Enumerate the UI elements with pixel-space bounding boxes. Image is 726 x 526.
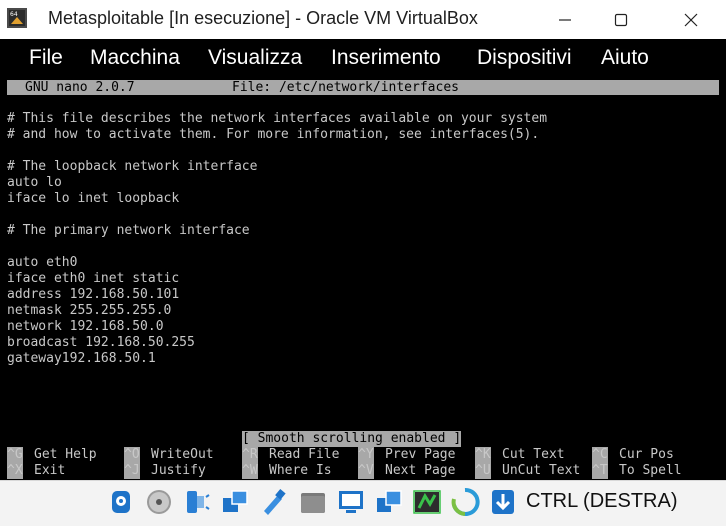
editor-line: broadcast 192.168.50.255 <box>7 335 195 350</box>
menu-macchina[interactable]: Macchina <box>90 46 180 70</box>
shortcut-label: WriteOut <box>151 447 214 462</box>
mouse-integration-icon[interactable] <box>488 487 518 517</box>
optical-drive-icon[interactable] <box>144 487 174 517</box>
shortcut-key: ^G <box>7 447 23 463</box>
editor-line: iface eth0 inet static <box>7 271 180 286</box>
shortcut-label: Where Is <box>269 463 332 478</box>
shortcut-label: Cur Pos <box>619 447 674 462</box>
shortcut-label: Cut Text <box>502 447 565 462</box>
editor-line: address 192.168.50.101 <box>7 287 180 302</box>
shared-folder-icon[interactable] <box>298 487 328 517</box>
network-icon[interactable] <box>220 487 250 517</box>
editor-line: # and how to activate them. For more inf… <box>7 127 540 142</box>
shortcut-label: UnCut Text <box>502 463 581 478</box>
editor-line: gateway192.168.50.1 <box>7 351 156 366</box>
shortcut-label: Next Page <box>385 463 456 478</box>
close-button[interactable] <box>668 0 714 39</box>
nano-file-label: File: /etc/network/interfaces <box>232 80 459 95</box>
svg-text:64: 64 <box>10 11 18 18</box>
virtualbox-icon: 64 <box>7 8 27 28</box>
editor-line: # This file describes the network interf… <box>7 111 548 126</box>
minimize-icon <box>559 18 571 21</box>
shortcut-key: ^V <box>358 463 374 479</box>
shortcut-label: Justify <box>151 463 206 478</box>
shortcut-label: Exit <box>34 463 66 478</box>
editor-line: iface lo inet loopback <box>7 191 180 206</box>
shortcut-key: ^Y <box>358 447 374 463</box>
shortcut-label: Prev Page <box>385 447 456 462</box>
shortcut-key: ^R <box>242 447 258 463</box>
maximize-icon <box>614 13 628 26</box>
hard-disk-icon[interactable] <box>106 487 136 517</box>
shortcut-key: ^U <box>475 463 491 479</box>
menu-bar: File Macchina Visualizza Inserimento Dis… <box>0 39 726 79</box>
editor-line: # The loopback network interface <box>7 159 258 174</box>
shortcut-key: ^C <box>592 447 608 463</box>
display-icon[interactable] <box>336 487 366 517</box>
menu-aiuto[interactable]: Aiuto <box>601 46 649 70</box>
recording-icon[interactable] <box>412 487 442 517</box>
close-icon <box>684 13 698 26</box>
guest-additions-icon[interactable] <box>450 487 480 517</box>
shortcut-label: Get Help <box>34 447 97 462</box>
window-title: Metasploitable [In esecuzione] - Oracle … <box>48 8 478 28</box>
menu-file[interactable]: File <box>29 46 63 70</box>
nano-version: GNU nano 2.0.7 <box>25 80 135 95</box>
shortcut-key: ^T <box>592 463 608 479</box>
shortcut-key: ^W <box>242 463 258 479</box>
shortcut-key: ^J <box>124 463 140 479</box>
editor-line: auto eth0 <box>7 255 78 270</box>
maximize-button[interactable] <box>598 0 644 39</box>
window-titlebar: 64 Metasploitable [In esecuzione] - Orac… <box>0 0 726 39</box>
usb-icon[interactable] <box>258 487 288 517</box>
video-capture-icon[interactable] <box>374 487 404 517</box>
editor-line: auto lo <box>7 175 62 190</box>
vm-status-bar: CTRL (DESTRA) <box>0 480 726 526</box>
menu-visualizza[interactable]: Visualizza <box>208 46 302 70</box>
menu-dispositivi[interactable]: Dispositivi <box>477 46 572 70</box>
nano-status-message: [ Smooth scrolling enabled ] <box>242 431 462 447</box>
editor-line: network 192.168.50.0 <box>7 319 164 334</box>
editor-line: # The primary network interface <box>7 223 250 238</box>
menu-inserimento[interactable]: Inserimento <box>331 46 441 70</box>
shortcut-label: To Spell <box>619 463 682 478</box>
shortcut-key: ^K <box>475 447 491 463</box>
shortcut-key: ^X <box>7 463 23 479</box>
host-key-label: CTRL (DESTRA) <box>526 490 678 512</box>
audio-icon[interactable] <box>182 487 212 517</box>
nano-header: GNU nano 2.0.7 File: /etc/network/interf… <box>7 80 719 95</box>
shortcut-key: ^O <box>124 447 140 463</box>
shortcut-label: Read File <box>269 447 340 462</box>
editor-line: netmask 255.255.255.0 <box>7 303 172 318</box>
minimize-button[interactable] <box>542 0 588 39</box>
